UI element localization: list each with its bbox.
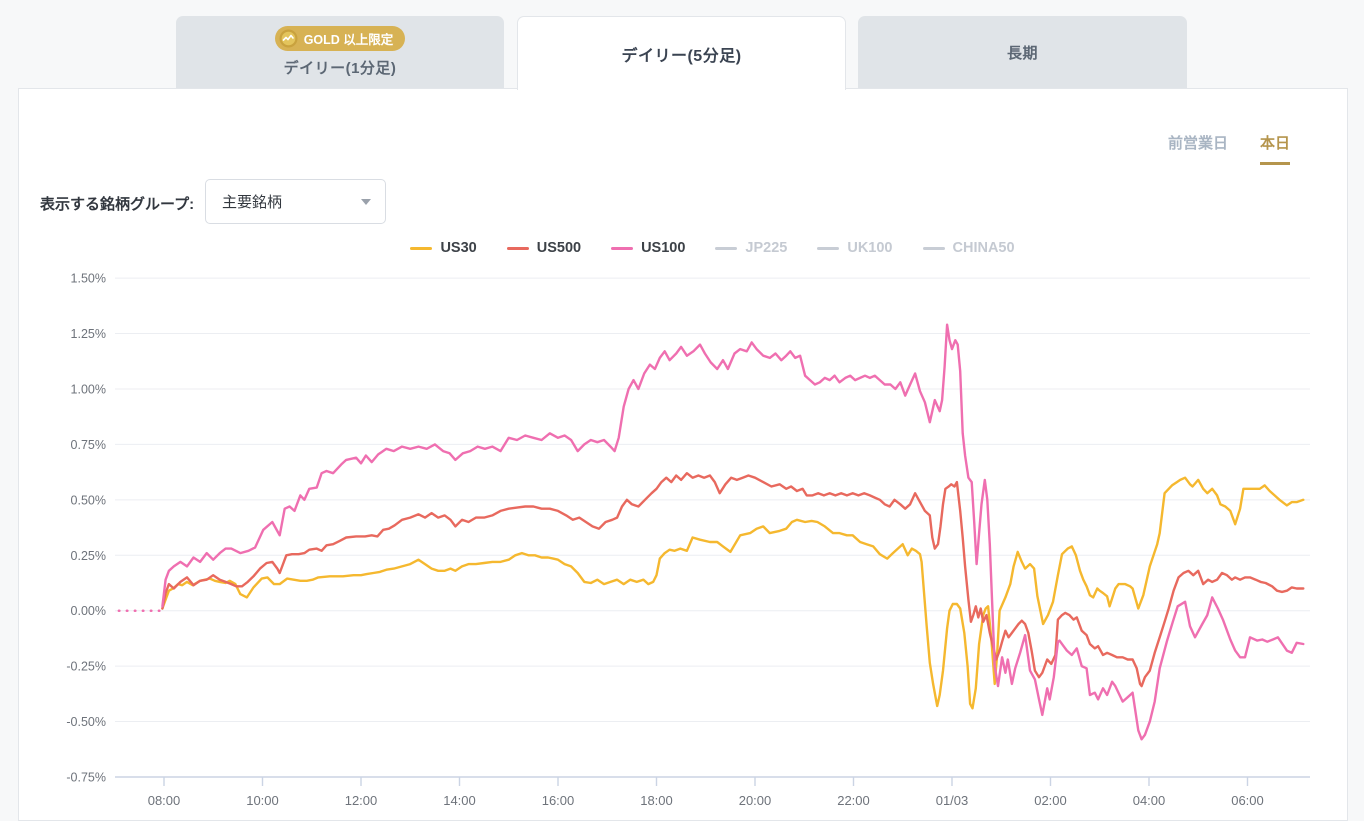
tab-daily-5min-label: デイリー(5分足): [621, 42, 741, 66]
x-axis-tick-label: 01/03: [936, 793, 969, 808]
x-axis-tick-label: 18:00: [640, 793, 673, 808]
chevron-down-icon: [361, 199, 371, 205]
y-axis-tick-label: 0.75%: [71, 438, 106, 452]
x-axis-tick-label: 14:00: [443, 793, 476, 808]
us500-series-line: [162, 473, 1303, 686]
y-axis-tick-label: 0.25%: [71, 549, 106, 563]
x-axis-tick-label: 12:00: [345, 793, 378, 808]
legend-dash-icon: [817, 247, 839, 250]
legend-item-china50[interactable]: CHINA50: [923, 240, 1015, 256]
legend-label: US500: [537, 240, 581, 256]
symbol-group-value: 主要銘柄: [222, 191, 282, 212]
legend-item-us30[interactable]: US30: [410, 240, 476, 256]
chart-legend: US30 US500 US100 JP225 UK100 CHINA50: [115, 240, 1310, 256]
legend-dash-icon: [410, 247, 432, 250]
page: GOLD 以上限定 デイリー(1分足) デイリー(5分足) 長期 1.50%1.…: [0, 0, 1364, 821]
x-axis-tick-label: 22:00: [837, 793, 870, 808]
y-axis-tick-label: 1.25%: [71, 327, 106, 341]
legend-item-jp225[interactable]: JP225: [715, 240, 787, 256]
y-axis-tick-label: 0.50%: [71, 493, 106, 507]
day-links: 前営業日 本日: [1168, 132, 1290, 165]
today-link[interactable]: 本日: [1260, 132, 1290, 165]
previous-business-day-link[interactable]: 前営業日: [1168, 132, 1228, 165]
symbol-group-select[interactable]: 主要銘柄: [205, 179, 386, 224]
legend-dash-icon: [923, 247, 945, 250]
legend-dash-icon: [715, 247, 737, 250]
y-axis-tick-label: -0.75%: [66, 770, 106, 784]
legend-item-us100[interactable]: US100: [611, 240, 685, 256]
x-axis-tick-label: 08:00: [148, 793, 181, 808]
symbol-group-label: 表示する銘柄グループ:: [40, 193, 194, 214]
y-axis-tick-label: 1.00%: [71, 382, 106, 396]
y-axis-tick-label: 1.50%: [71, 272, 106, 286]
us30-series-line: [162, 478, 1303, 709]
legend-dash-icon: [507, 247, 529, 250]
y-axis-tick-label: -0.25%: [66, 660, 106, 674]
legend-label: CHINA50: [953, 240, 1015, 256]
y-axis-tick-label: -0.50%: [66, 715, 106, 729]
x-axis-tick-label: 16:00: [542, 793, 575, 808]
legend-label: JP225: [745, 240, 787, 256]
legend-label: UK100: [847, 240, 892, 256]
x-axis-tick-label: 04:00: [1133, 793, 1166, 808]
y-axis-tick-label: 0.00%: [71, 604, 106, 618]
us100-series-line: [162, 325, 1303, 740]
x-axis-tick-label: 02:00: [1034, 793, 1067, 808]
x-axis-tick-label: 10:00: [246, 793, 279, 808]
legend-label: US100: [641, 240, 685, 256]
performance-chart: 1.50% 1.25% 1.00% 0.75% 0.50% 0.25% 0.00% -0.25…: [0, 0, 1364, 821]
legend-dash-icon: [611, 247, 633, 250]
legend-label: US30: [440, 240, 476, 256]
x-axis-tick-label: 20:00: [739, 793, 772, 808]
x-axis-tick-label: 06:00: [1231, 793, 1264, 808]
legend-item-uk100[interactable]: UK100: [817, 240, 892, 256]
legend-item-us500[interactable]: US500: [507, 240, 581, 256]
tab-daily-5min[interactable]: デイリー(5分足): [517, 16, 846, 90]
